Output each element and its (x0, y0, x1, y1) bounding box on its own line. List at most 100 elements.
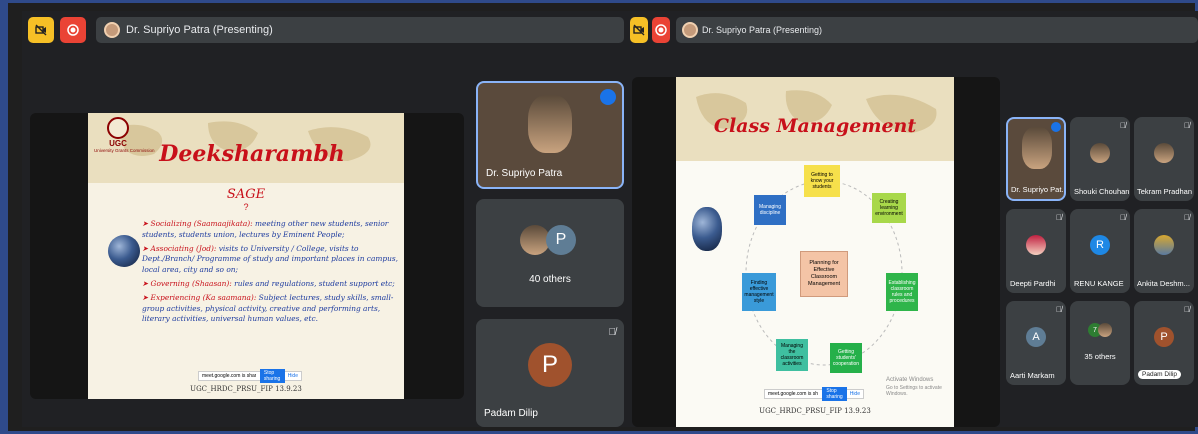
bullet-associating: ➤ Associating (Jod): visits to Universit… (142, 243, 398, 275)
presenter-avatar (104, 22, 120, 38)
tile-deepti-pardhi[interactable]: 🎙̸ Deepti Pardhi (1006, 209, 1066, 293)
tile-shouki-chouhan[interactable]: 🎙̸ Shouki Chouhan (1070, 117, 1130, 201)
participant-video (1022, 127, 1052, 169)
stop-sharing-button[interactable]: Stop sharing (822, 387, 847, 401)
tile-name: 35 others (1084, 352, 1116, 361)
stop-video-button[interactable] (630, 17, 648, 43)
globe-icon (692, 207, 722, 251)
speaking-icon (1051, 122, 1061, 132)
tile-name: Ankita Deshm... (1137, 279, 1190, 288)
tile-dr-supriyo-patra[interactable]: Dr. Supriyo Patra (476, 81, 624, 189)
bullet-socializing: ➤ Socializing (Saamaajikata): meeting ot… (142, 219, 389, 239)
stop-recording-button[interactable] (60, 17, 86, 43)
tile-name: Deepti Pardhi (1010, 279, 1056, 288)
participant-photo (1098, 323, 1112, 337)
activate-windows-subtitle: Go to Settings to activate Windows. (886, 385, 942, 397)
pinned-name-chip[interactable]: Padam Dilip (1138, 370, 1182, 379)
presenter-avatar (682, 22, 698, 38)
hide-share-bar-button[interactable]: Hide (285, 373, 301, 379)
mic-off-icon: 🎙̸ (1056, 305, 1062, 314)
ugc-logo: UGC University Grants Commission (94, 117, 155, 153)
stop-sharing-button[interactable]: Stop sharing (259, 369, 285, 383)
tile-renu-kange[interactable]: 🎙̸ R RENU KANGE (1070, 209, 1130, 293)
tile-name: Aarti Markam (1010, 371, 1055, 380)
ugc-emblem-icon (107, 117, 129, 139)
tile-tekram-pradhan[interactable]: 🎙̸ Tekram Pradhan (1134, 117, 1194, 201)
tile-name: Padam Dilip (484, 408, 538, 419)
record-icon (655, 24, 667, 36)
slide-subtitle: SAGE (226, 187, 266, 202)
mic-off-icon: 🎙̸ (1184, 213, 1190, 222)
left-top-bar: Dr. Supriyo Patra (Presenting) (22, 17, 624, 43)
bullet-experiencing: ➤ Experiencing (Ka saamana): Subject lec… (142, 292, 394, 324)
tile-aarti-markam[interactable]: 🎙̸ A Aarti Markam (1006, 301, 1066, 385)
ugc-caption: UGC (109, 139, 127, 148)
mic-off-icon: 🎙̸ (1184, 121, 1190, 130)
participant-photo (1154, 235, 1174, 255)
right-presentation-stage: Class Management Planning for Effective … (632, 77, 1000, 427)
participant-video (528, 95, 572, 153)
participant-photo (1090, 143, 1110, 163)
cycle-node: Managing the classroom activities (776, 339, 808, 371)
tile-40-others[interactable]: P 40 others (476, 199, 624, 307)
avatar: P (546, 225, 576, 255)
tile-dr-supriyo-patra[interactable]: Dr. Supriyo Pat... (1006, 117, 1066, 201)
stop-recording-button[interactable] (652, 17, 670, 43)
mic-off-icon: 🎙̸ (1184, 305, 1190, 314)
tile-name: 40 others (529, 274, 571, 285)
cycle-center-box: Planning for Effective Classroom Managem… (800, 251, 848, 297)
screen-share-bar: meet.google.com is sharing your screen. … (764, 387, 864, 401)
cycle-node: Managing discipline (754, 195, 786, 225)
tile-name: Dr. Supriyo Pat... (1011, 185, 1066, 194)
avatar: P (528, 343, 572, 387)
slide-title: Deeksharambh (159, 141, 345, 167)
cycle-node: Getting to know your students (804, 165, 840, 197)
presenting-banner[interactable]: Dr. Supriyo Patra (Presenting) (96, 17, 624, 43)
activate-windows-title: Activate Windows (886, 377, 934, 383)
mic-off-icon: 🎙̸ (1120, 213, 1126, 222)
class-management-slide: Class Management Planning for Effective … (676, 77, 954, 427)
avatar: P (1154, 327, 1174, 347)
stop-video-button[interactable] (28, 17, 54, 43)
hide-share-bar-button[interactable]: Hide (847, 391, 863, 397)
cycle-node: Getting students' cooperation (830, 343, 862, 373)
slide-title: Class Management (713, 115, 917, 137)
screen-frame: Dr. Supriyo Patra (Presenting) UGC Unive… (0, 0, 1198, 434)
tile-name: Dr. Supriyo Patra (486, 168, 563, 179)
cycle-node: Establishing classroom rules and procedu… (886, 273, 918, 311)
camera-off-icon (633, 24, 645, 36)
share-bar-text: meet.google.com is sharing your screen. (202, 373, 256, 379)
share-bar-text: meet.google.com is sharing your screen. (768, 391, 819, 397)
avatar: R (1090, 235, 1110, 255)
right-top-bar: Dr. Supriyo Patra (Presenting) (628, 17, 1198, 43)
left-presentation-stage: UGC University Grants Commission Deeksha… (30, 113, 464, 399)
cycle-node: Finding effective management style (742, 273, 776, 311)
ugc-subcaption: University Grants Commission (94, 148, 155, 153)
tile-padam-dilip[interactable]: 🎙̸ P Padam Dilip (476, 319, 624, 427)
sage-bullet-list: ➤ Socializing (Saamaajikata): meeting ot… (142, 219, 400, 325)
presenter-label: Dr. Supriyo Patra (Presenting) (702, 25, 823, 35)
slide-footer: UGC_HRDC_PRSU_FIP 13.9.23 (759, 407, 871, 415)
tile-35-others[interactable]: 7 35 others (1070, 301, 1130, 385)
participant-photo (1026, 235, 1046, 255)
cycle-node: Creating learning environment (872, 193, 906, 223)
tile-name: Shouki Chouhan (1074, 187, 1130, 196)
record-icon (67, 24, 79, 36)
tile-ankita-deshmukh[interactable]: 🎙̸ Ankita Deshm... (1134, 209, 1194, 293)
slide-footer: UGC_HRDC_PRSU_FIP 13.9.23 (190, 385, 302, 393)
presenting-banner[interactable]: Dr. Supriyo Patra (Presenting) (676, 17, 1198, 43)
camera-off-icon (35, 24, 47, 36)
participant-photo (1154, 143, 1174, 163)
screen-share-bar: meet.google.com is sharing your screen. … (198, 369, 302, 383)
tile-padam-dilip[interactable]: 🎙̸ P Padam Dilip (1134, 301, 1194, 385)
left-meeting-window: Dr. Supriyo Patra (Presenting) UGC Unive… (22, 11, 628, 427)
slide-subtitle-mark: ? (243, 202, 249, 212)
mic-off-icon: 🎙̸ (1120, 121, 1126, 130)
mic-off-icon: 🎙̸ (608, 327, 617, 338)
mic-off-icon: 🎙̸ (1056, 213, 1062, 222)
bullet-governing: ➤ Governing (Shaasan): rules and regulat… (142, 278, 395, 288)
speaking-icon (600, 89, 616, 105)
right-meeting-window: Dr. Supriyo Patra (Presenting) Class Man… (628, 11, 1198, 427)
tile-name: Tekram Pradhan (1137, 187, 1193, 196)
avatar: A (1026, 327, 1046, 347)
